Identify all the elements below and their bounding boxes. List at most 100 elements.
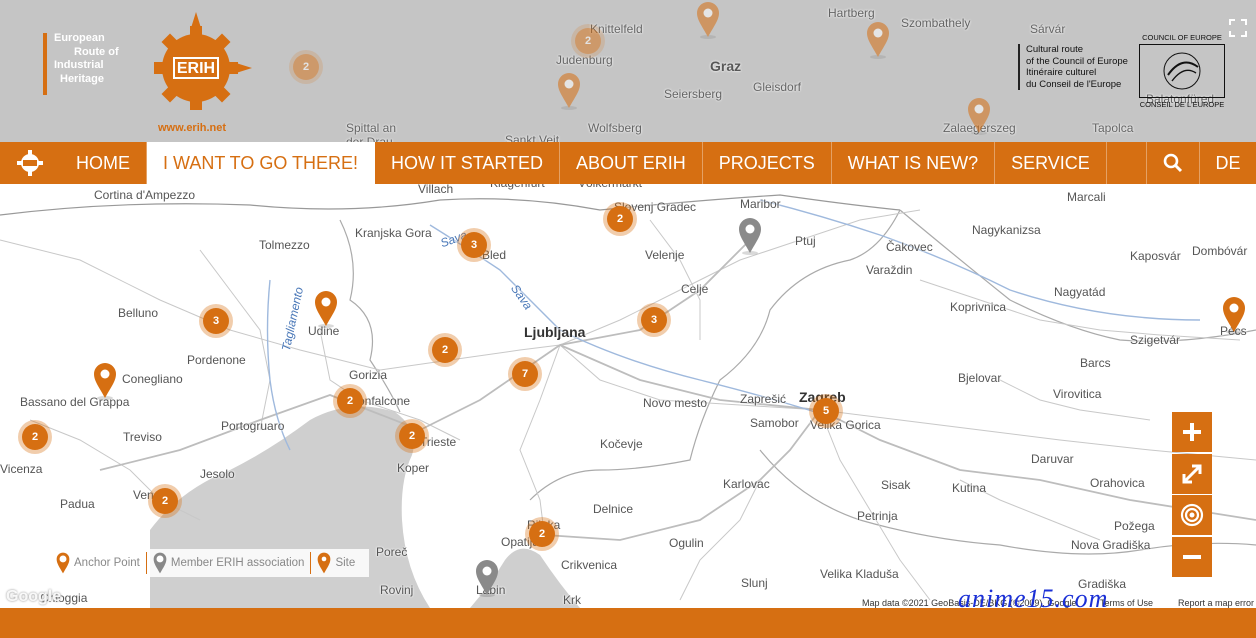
site-cluster[interactable]: 2 [399, 423, 425, 449]
site-cluster[interactable]: 3 [461, 232, 487, 258]
place-label: Samobor [750, 416, 799, 430]
place-label: Szombathely [901, 16, 971, 30]
place-label: Karlovac [723, 477, 770, 491]
nav-home[interactable]: HOME [60, 142, 147, 184]
place-label: Trieste [420, 435, 457, 449]
site-cluster[interactable]: 7 [512, 361, 538, 387]
place-label: Conegliano [122, 372, 183, 386]
place-label: Jesolo [200, 467, 235, 481]
site-pin-icon [318, 552, 331, 574]
coe-logo-bottom: CONSEIL DE L'EUROPE [1139, 100, 1225, 109]
council-of-europe-logo[interactable]: COUNCIL OF EUROPE CONSEIL DE L'EUROPE [1137, 33, 1227, 109]
place-label: Gleisdorf [753, 80, 802, 94]
place-label: Kaposvár [1130, 249, 1181, 263]
logo-line: Route of [74, 45, 119, 58]
place-label: Sárvár [1030, 22, 1066, 36]
legend-item-member: Member ERIH association [147, 552, 312, 574]
site-pin-icon[interactable] [557, 72, 581, 110]
minus-icon [1183, 555, 1201, 559]
site-cluster[interactable]: 3 [203, 308, 229, 334]
coe-line: of the Council of Europe [1026, 55, 1128, 67]
site-cluster[interactable]: 5 [813, 398, 839, 424]
site-cluster[interactable]: 2 [432, 337, 458, 363]
place-label: Padua [60, 497, 95, 511]
place-label: Villach [418, 182, 454, 196]
legend-label: Site [335, 557, 356, 569]
site-pin-icon[interactable] [696, 1, 720, 39]
erih-gear-logo-icon[interactable]: ERIH [144, 10, 254, 120]
nav-projects[interactable]: PROJECTS [703, 142, 832, 184]
nav-about-erih[interactable]: ABOUT ERIH [560, 142, 703, 184]
member-pin-icon [153, 552, 167, 574]
place-label: Seiersberg [664, 87, 723, 101]
nav-what-is-new[interactable]: WHAT IS NEW? [832, 142, 996, 184]
nav-i-want-to-go-there[interactable]: I WANT TO GO THERE! [147, 142, 376, 193]
zoom-out-button[interactable] [1172, 537, 1212, 577]
place-label: Gorizia [349, 368, 388, 382]
site-cluster[interactable]: 2 [152, 488, 178, 514]
place-label: Portogruaro [221, 419, 285, 433]
nav-service[interactable]: SERVICE [995, 142, 1107, 184]
language-switch[interactable]: DE [1200, 142, 1256, 184]
site-cluster[interactable]: 2 [529, 521, 555, 547]
place-label: Judenburg [556, 53, 613, 67]
logo-text[interactable]: European Route of Industrial Heritage [54, 32, 119, 86]
locate-me-button[interactable] [1172, 495, 1212, 535]
map-legend: Anchor Point Member ERIH association Sit… [50, 549, 370, 577]
site-pin-icon[interactable] [967, 97, 991, 135]
fullscreen-icon[interactable] [1229, 19, 1247, 37]
report-map-error-link[interactable]: Report a map error [1178, 598, 1254, 608]
main-nav: HOME I WANT TO GO THERE! HOW IT STARTED … [0, 142, 1256, 193]
site-cluster[interactable]: 2 [293, 54, 319, 80]
logo-line: Heritage [60, 72, 105, 85]
place-label: Barcs [1080, 356, 1111, 370]
nav-how-it-started[interactable]: HOW IT STARTED [375, 142, 561, 184]
place-label: Virovitica [1053, 387, 1102, 401]
legend-item-anchor-point: Anchor Point [50, 552, 147, 574]
site-pin-icon[interactable] [866, 21, 890, 59]
place-label: Varaždin [866, 263, 913, 277]
place-label: Tolmezzo [259, 238, 310, 252]
place-label: Petrinja [857, 509, 898, 523]
member-pin-icon[interactable] [475, 559, 499, 597]
site-pin-icon[interactable] [314, 290, 338, 328]
place-label: Wolfsberg [588, 121, 642, 135]
home-gear-icon[interactable] [0, 142, 60, 184]
place-label: Rovinj [380, 583, 414, 597]
legend-item-site: Site [311, 552, 361, 574]
place-label: Čakovec [886, 240, 933, 254]
place-label: Novo mesto [643, 396, 708, 410]
site-cluster[interactable]: 2 [575, 28, 601, 54]
place-label: Orahovica [1090, 476, 1145, 490]
zoom-in-button[interactable] [1172, 412, 1212, 452]
target-icon [1180, 503, 1204, 527]
site-cluster[interactable]: 3 [641, 307, 667, 333]
place-label: Nagykanizsa [972, 223, 1041, 237]
member-pin-icon[interactable] [738, 217, 762, 255]
search-icon[interactable] [1147, 142, 1200, 184]
place-label: Velenje [645, 248, 685, 262]
place-label: Nova Gradiška [1071, 538, 1151, 552]
place-label: Belluno [118, 306, 159, 320]
fullscreen-map-button[interactable] [1172, 454, 1212, 494]
gear-text: ERIH [177, 60, 215, 77]
place-label: Krk [563, 593, 581, 607]
site-cluster[interactable]: 2 [607, 206, 633, 232]
place-label: Nagyatád [1054, 285, 1106, 299]
place-label: Ptuj [795, 234, 816, 248]
place-label: Kutina [952, 481, 987, 495]
place-label: Ogulin [669, 536, 704, 550]
legend-label: Member ERIH association [170, 557, 305, 569]
logo-line: Industrial [54, 59, 104, 71]
site-cluster[interactable]: 2 [22, 424, 48, 450]
google-logo: Google [6, 588, 62, 605]
site-cluster[interactable]: 2 [337, 388, 363, 414]
place-label: Poreč [376, 545, 408, 559]
site-url[interactable]: www.erih.net [158, 122, 226, 134]
place-label: Vicenza [0, 462, 43, 476]
place-label: Maribor [740, 197, 781, 211]
site-pin-icon[interactable] [1222, 296, 1246, 334]
site-pin-icon[interactable] [93, 362, 117, 400]
place-label: Koprivnica [950, 300, 1007, 314]
place-label: Dombóvár [1192, 244, 1248, 258]
